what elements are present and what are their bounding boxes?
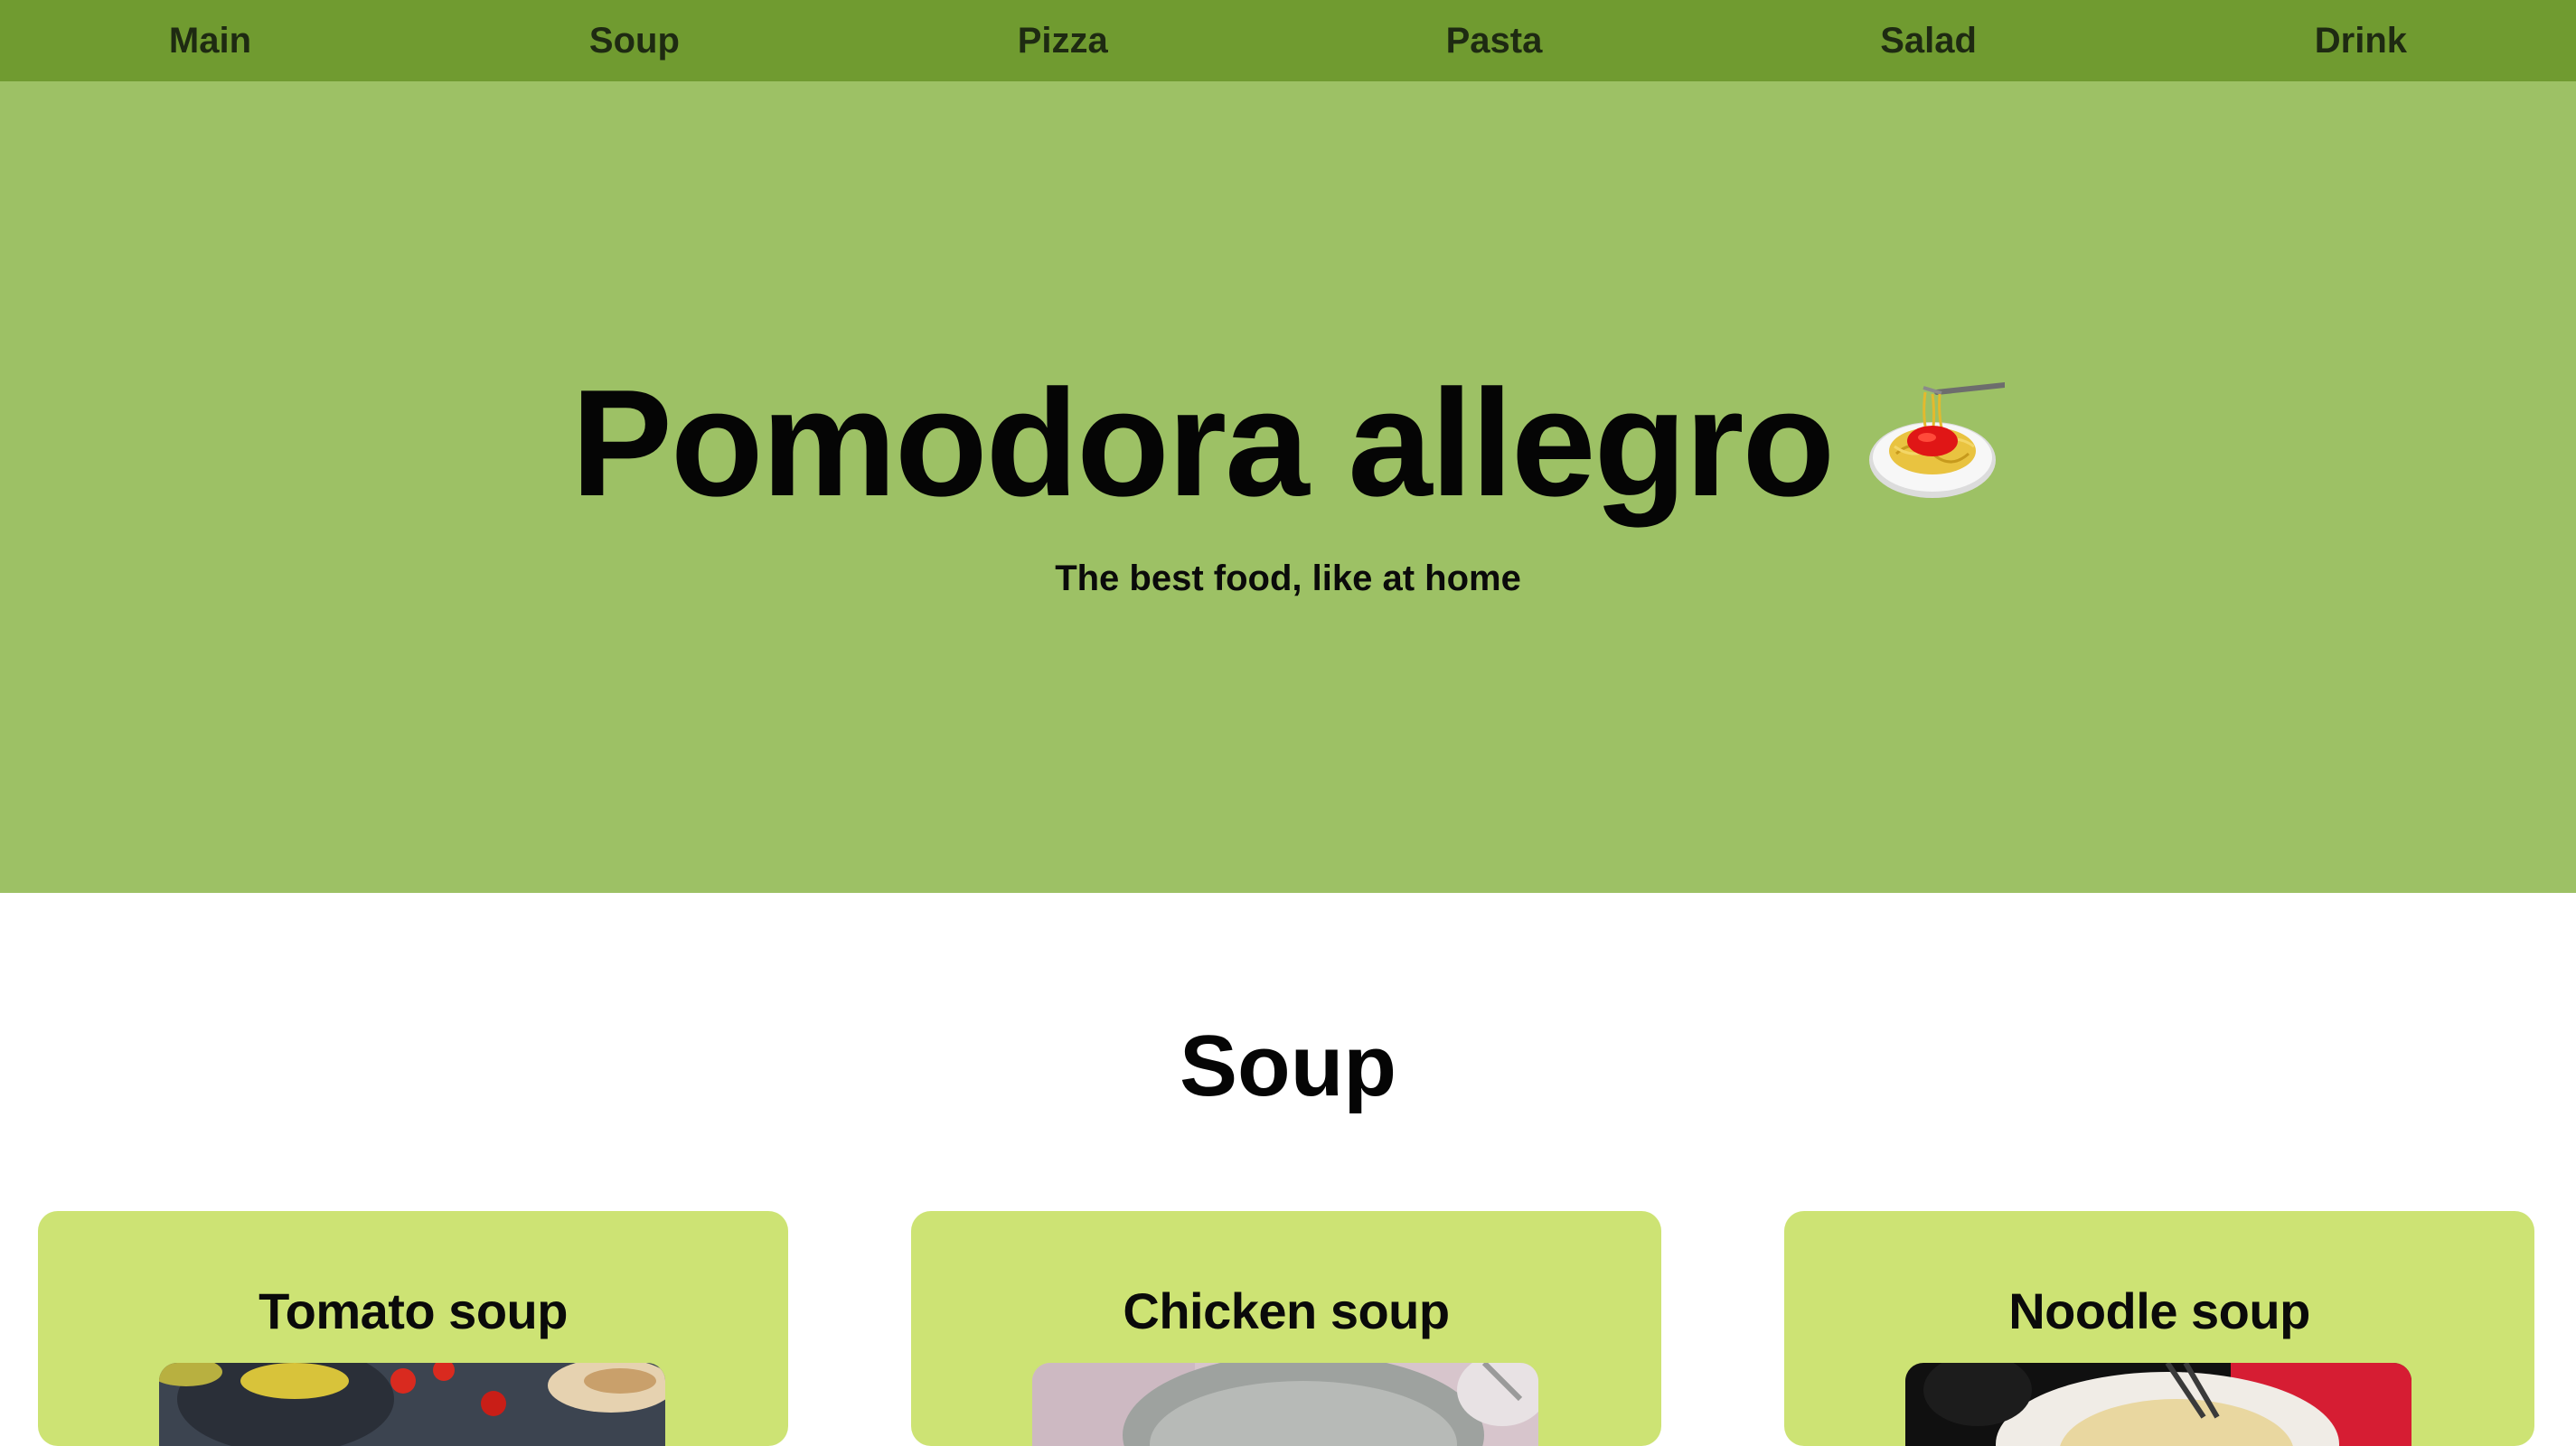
top-nav: Main Soup Pizza Pasta Salad Drink <box>0 0 2576 81</box>
card-title: Noodle soup <box>2008 1282 2310 1339</box>
spaghetti-icon <box>1869 374 2008 501</box>
nav-item-drink[interactable]: Drink <box>2288 12 2434 70</box>
menu-card[interactable]: Chicken soup <box>911 1211 1661 1446</box>
nav-item-main[interactable]: Main <box>142 12 278 70</box>
hero-banner: Pomodora allegro The best food, like at … <box>0 81 2576 893</box>
hero-subtitle: The best food, like at home <box>1055 559 1521 598</box>
menu-card[interactable]: Noodle soup <box>1784 1211 2534 1446</box>
card-title: Tomato soup <box>259 1282 568 1339</box>
nav-item-pizza[interactable]: Pizza <box>991 12 1135 70</box>
tomato-soup-image <box>159 1363 665 1446</box>
hero-title: Pomodora allegro <box>570 358 1835 528</box>
nav-item-pasta[interactable]: Pasta <box>1419 12 1570 70</box>
card-title: Chicken soup <box>1123 1282 1450 1339</box>
hero-title-row: Pomodora allegro <box>0 352 2576 533</box>
nav-item-soup[interactable]: Soup <box>562 12 707 70</box>
menu-card[interactable]: Tomato soup <box>38 1211 788 1446</box>
nav-item-salad[interactable]: Salad <box>1853 12 2004 70</box>
chicken-soup-image <box>1032 1363 1538 1446</box>
noodle-soup-image <box>1905 1363 2411 1446</box>
section-title: Soup <box>1180 1018 1396 1114</box>
